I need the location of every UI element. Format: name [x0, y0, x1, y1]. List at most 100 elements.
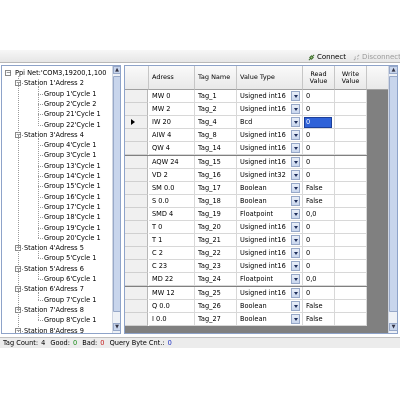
row-selector[interactable] — [125, 168, 148, 182]
cell-value-type[interactable]: Boolean — [237, 194, 303, 208]
cell-write-value[interactable] — [335, 129, 367, 143]
dropdown-arrow-icon[interactable] — [291, 313, 300, 324]
header-tag-name[interactable]: Tag Name — [195, 66, 237, 90]
cell-value-type[interactable]: Floatpoint — [237, 273, 303, 287]
dropdown-arrow-icon[interactable] — [291, 287, 300, 298]
cell-write-value[interactable] — [335, 116, 367, 130]
grid-scroll-thumb[interactable] — [389, 76, 397, 312]
table-row[interactable]: SMD 4 Tag_19 Floatpoint 0,0 — [125, 207, 367, 221]
cell-value-type[interactable]: Bcd — [237, 116, 303, 130]
tree-group-node[interactable]: Group 2'Cycle 2 — [44, 99, 97, 109]
dropdown-arrow-icon[interactable] — [291, 143, 300, 154]
row-selector[interactable] — [125, 142, 148, 156]
cell-value-type[interactable]: Usigned int16 — [237, 286, 303, 300]
tree-group-node[interactable]: Group 8'Cycle 1 — [44, 315, 97, 325]
table-row[interactable]: C 2 Tag_22 Usigned int16 0 — [125, 247, 367, 261]
table-row[interactable]: MW 0 Tag_1 Usigned int16 0 — [125, 90, 367, 103]
tree-station-node[interactable]: Station 3'Adress 4 — [24, 130, 84, 140]
dropdown-arrow-icon[interactable] — [291, 261, 300, 272]
grid-scroll-down-icon[interactable]: ▼ — [389, 323, 397, 331]
tree-station-node[interactable]: Station 6'Adress 7 — [24, 284, 84, 294]
tree-group-node[interactable]: Group 20'Cycle 1 — [44, 233, 101, 243]
row-selector[interactable] — [125, 299, 148, 313]
cell-value-type[interactable]: Boolean — [237, 299, 303, 313]
tree-station-node[interactable]: Station 1'Adress 2 — [24, 78, 84, 88]
cell-write-value[interactable] — [335, 90, 367, 103]
tree-root-node[interactable]: Ppi Net:'COM3,19200,1,100 — [15, 68, 106, 78]
disconnect-button[interactable]: Disconnect — [353, 52, 400, 62]
row-selector[interactable] — [125, 312, 148, 326]
row-selector[interactable] — [125, 273, 148, 287]
tree-station-node[interactable]: Station 4'Adress 5 — [24, 243, 84, 253]
grid-scrollbar[interactable]: ▲ ▼ — [388, 66, 397, 333]
tree-group-node[interactable]: Group 3'Cycle 1 — [44, 150, 97, 160]
row-selector[interactable] — [125, 194, 148, 208]
cell-value-type[interactable]: Usigned int16 — [237, 103, 303, 117]
cell-value-type[interactable]: Usigned int32 — [237, 168, 303, 182]
dropdown-arrow-icon[interactable] — [291, 248, 300, 259]
cell-value-type[interactable]: Usigned int16 — [237, 247, 303, 261]
table-row[interactable]: MW 2 Tag_2 Usigned int16 0 — [125, 103, 367, 117]
cell-write-value[interactable] — [335, 168, 367, 182]
scroll-down-icon[interactable]: ▼ — [113, 323, 120, 331]
dropdown-arrow-icon[interactable] — [291, 169, 300, 180]
row-selector[interactable] — [125, 234, 148, 248]
tree-group-node[interactable]: Group 5'Cycle 1 — [44, 253, 97, 263]
cell-value-type[interactable]: Usigned int16 — [237, 221, 303, 234]
row-selector[interactable] — [125, 207, 148, 221]
grid-scroll-up-icon[interactable]: ▲ — [389, 66, 397, 74]
dropdown-arrow-icon[interactable] — [291, 274, 300, 285]
table-row[interactable]: T 1 Tag_21 Usigned int16 0 — [125, 234, 367, 248]
scroll-up-icon[interactable]: ▲ — [113, 66, 120, 74]
table-row[interactable]: T 0 Tag_20 Usigned int16 0 — [125, 221, 367, 234]
tree-group-node[interactable]: Group 16'Cycle 1 — [44, 192, 101, 202]
row-selector[interactable] — [125, 286, 148, 300]
header-adress[interactable]: Adress — [149, 66, 195, 90]
tree-group-node[interactable]: Group 19'Cycle 1 — [44, 223, 101, 233]
table-row[interactable]: IW 20 Tag_4 Bcd 0 — [125, 116, 367, 130]
table-row[interactable]: AIW 4 Tag_8 Usigned int16 0 — [125, 129, 367, 143]
header-value-type[interactable]: Value Type — [237, 66, 303, 90]
table-row[interactable]: SM 0.0 Tag_17 Boolean False — [125, 181, 367, 195]
cell-write-value[interactable] — [335, 181, 367, 195]
cell-write-value[interactable] — [335, 207, 367, 221]
network-tree[interactable]: ▲ ▼ Ppi Net:'COM3,19200,1,100− Station 1'… — [1, 65, 121, 334]
dropdown-arrow-icon[interactable] — [291, 117, 300, 128]
header-write-value[interactable]: Write Value — [335, 66, 367, 90]
header-read-value[interactable]: Read Value — [303, 66, 335, 90]
cell-value-type[interactable]: Usigned int16 — [237, 129, 303, 143]
row-selector[interactable] — [125, 260, 148, 274]
tree-station-node[interactable]: Station 5'Adress 6 — [24, 264, 84, 274]
row-selector[interactable] — [125, 155, 148, 169]
dropdown-arrow-icon[interactable] — [291, 195, 300, 206]
dropdown-arrow-icon[interactable] — [291, 182, 300, 193]
row-selector[interactable] — [125, 247, 148, 261]
cell-value-type[interactable]: Boolean — [237, 181, 303, 195]
row-selector[interactable] — [125, 116, 148, 130]
dropdown-arrow-icon[interactable] — [291, 91, 300, 101]
cell-write-value[interactable] — [335, 221, 367, 234]
tree-group-node[interactable]: Group 13'Cycle 1 — [44, 161, 101, 171]
cell-write-value[interactable] — [335, 312, 367, 326]
cell-write-value[interactable] — [335, 234, 367, 248]
tree-group-node[interactable]: Group 17'Cycle 1 — [44, 202, 101, 212]
row-selector[interactable] — [125, 90, 148, 103]
cell-value-type[interactable]: Usigned int16 — [237, 155, 303, 169]
table-row[interactable]: MD 22 Tag_24 Floatpoint 0,0 — [125, 273, 367, 287]
dropdown-arrow-icon[interactable] — [291, 208, 300, 219]
dropdown-arrow-icon[interactable] — [291, 222, 300, 232]
row-selector[interactable] — [125, 103, 148, 117]
connect-button[interactable]: Connect — [308, 52, 346, 62]
tree-group-node[interactable]: Group 15'Cycle 1 — [44, 181, 101, 191]
cell-write-value[interactable] — [335, 103, 367, 117]
dropdown-arrow-icon[interactable] — [291, 130, 300, 141]
cell-write-value[interactable] — [335, 155, 367, 169]
cell-value-type[interactable]: Usigned int16 — [237, 234, 303, 248]
cell-value-type[interactable]: Usigned int16 — [237, 90, 303, 103]
cell-value-type[interactable]: Usigned int16 — [237, 142, 303, 156]
table-row[interactable]: VD 2 Tag_16 Usigned int32 0 — [125, 168, 367, 182]
tree-group-node[interactable]: Group 22'Cycle 1 — [44, 120, 101, 130]
cell-write-value[interactable] — [335, 142, 367, 156]
table-row[interactable]: Q 0.0 Tag_26 Boolean False — [125, 299, 367, 313]
dropdown-arrow-icon[interactable] — [291, 300, 300, 311]
